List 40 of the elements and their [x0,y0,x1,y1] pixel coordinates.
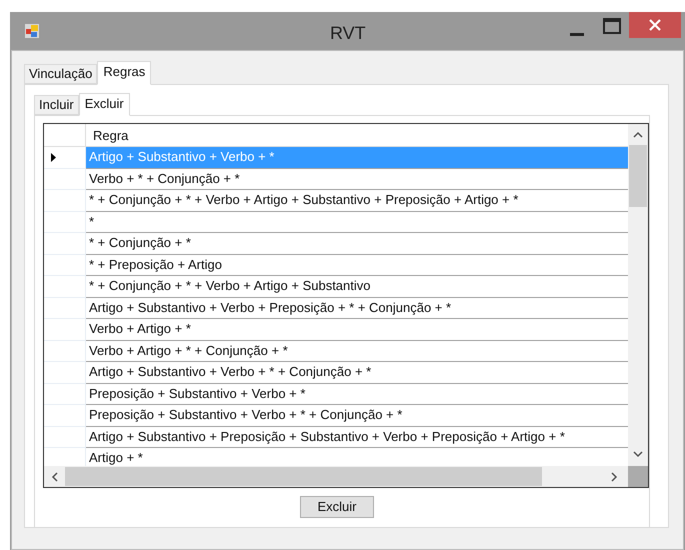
row-header-cell[interactable] [44,233,86,254]
tab[interactable]: Excluir [78,93,130,116]
tab[interactable]: Regras [97,61,152,85]
row-header-cell[interactable] [44,276,86,298]
scroll-right-icon[interactable] [611,472,618,482]
table-cell[interactable]: Artigo + Substantivo + Preposição + Substantivo + Verbo + Preposição + Artigo + * [86,426,628,448]
table-cell[interactable]: * + Preposição + Artigo [86,254,628,276]
close-button[interactable] [629,12,681,38]
tab[interactable]: Incluir [34,95,79,115]
scroll-left-icon[interactable] [51,472,58,482]
table-cell[interactable]: Artigo + Substantivo + Verbo + Preposição + * + Conjunção + * [86,298,628,319]
row-header-cell[interactable] [44,212,86,233]
table-cell[interactable]: Preposição + Substantivo + Verbo + * [86,384,628,405]
horizontal-scrollbar[interactable] [44,466,628,487]
tab[interactable]: Vinculação [24,64,98,84]
column-header[interactable]: Regra [86,124,628,146]
row-header-cell[interactable] [44,362,86,384]
table-cell[interactable]: * [86,212,628,233]
scrollbar-thumb[interactable] [629,145,647,207]
row-header-cell[interactable] [44,168,86,190]
row-header-cell[interactable] [44,190,86,212]
row-header-cell[interactable] [44,319,86,340]
table-cell[interactable]: Verbo + * + Conjunção + * [86,168,628,190]
scroll-down-icon[interactable] [633,451,643,458]
delete-button[interactable]: Excluir [300,496,374,518]
row-header-cell[interactable] [44,426,86,448]
vertical-scrollbar[interactable] [628,124,648,466]
row-header-cell[interactable] [44,298,86,319]
row-header-cell[interactable] [44,254,86,276]
scroll-up-icon[interactable] [633,131,643,138]
row-header-cell[interactable] [44,384,86,405]
row-header-cell[interactable] [44,340,86,362]
row-header-cell[interactable] [44,405,86,426]
row-header-cell[interactable] [44,147,86,168]
app-icon [24,23,40,39]
close-icon [649,19,661,31]
scrollbar-thumb[interactable] [65,467,542,486]
maximize-icon[interactable] [603,18,621,34]
table-cell[interactable]: Verbo + Artigo + * + Conjunção + * [86,340,628,362]
window-title: RVT [330,22,366,45]
